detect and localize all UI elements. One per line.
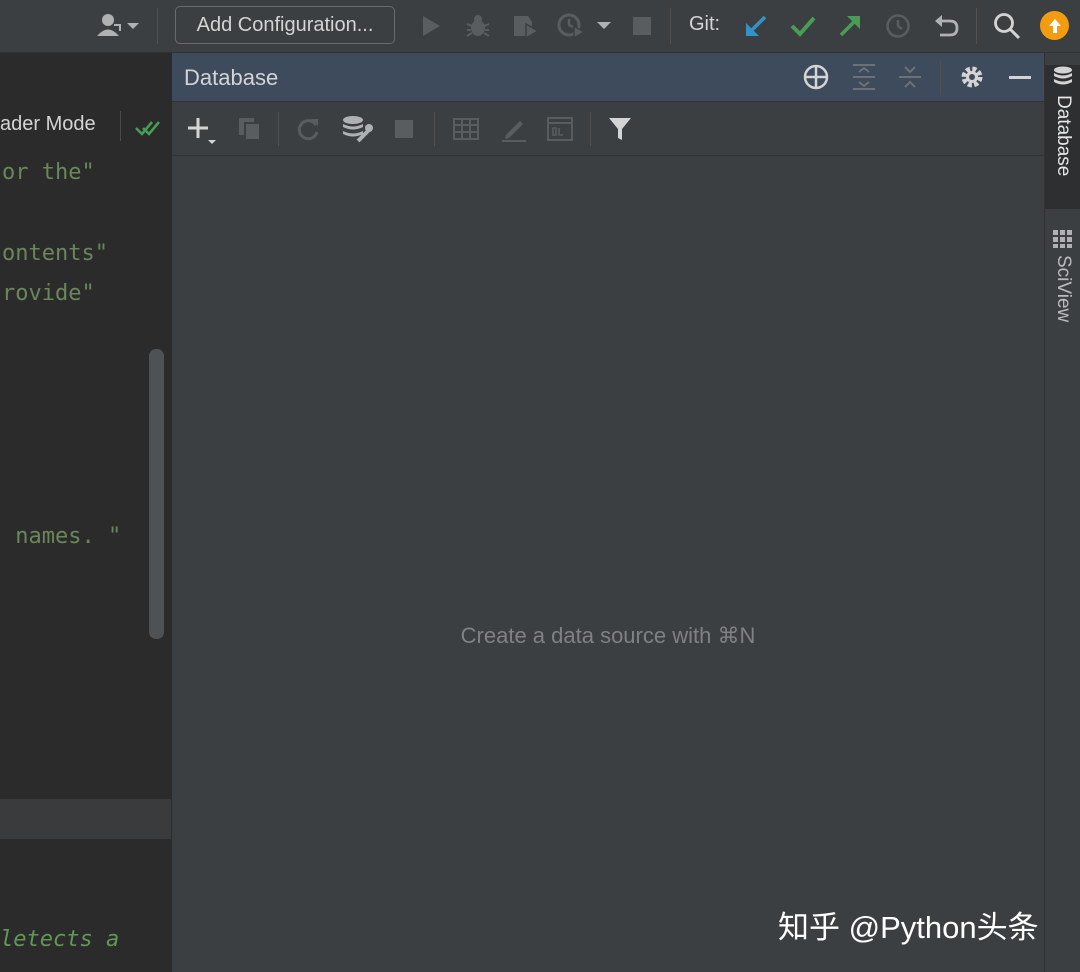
rollback-button[interactable] <box>930 6 962 46</box>
database-tree-empty[interactable]: Create a data source with ⌘N <box>172 156 1044 972</box>
stop-button[interactable] <box>628 6 656 46</box>
table-icon <box>453 118 479 140</box>
stop-icon <box>633 17 651 35</box>
add-configuration-button[interactable]: Add Configuration... <box>175 6 395 44</box>
database-tab-label: Database <box>1053 95 1074 177</box>
collapse-all-button[interactable] <box>892 58 928 96</box>
settings-button[interactable] <box>954 58 990 96</box>
table-view-button[interactable] <box>448 110 484 148</box>
show-history-button[interactable] <box>882 6 914 46</box>
database-wrench-icon <box>343 116 373 143</box>
right-tool-stripe: Database SciView <box>1044 53 1080 972</box>
refresh-button[interactable] <box>290 110 326 148</box>
refresh-icon <box>297 119 319 141</box>
user-icon <box>97 14 139 36</box>
chevron-down-icon <box>597 22 611 29</box>
toolbar-separator <box>670 8 671 44</box>
filter-button[interactable] <box>602 110 638 148</box>
history-icon <box>886 14 910 38</box>
sciview-tool-tab[interactable]: SciView <box>1045 229 1080 359</box>
toolbar-separator <box>976 8 977 44</box>
stop-icon <box>395 120 413 138</box>
code-line: ontents" <box>2 241 108 266</box>
search-everywhere-button[interactable] <box>990 6 1024 46</box>
run-button[interactable] <box>416 6 446 46</box>
search-icon <box>994 13 1021 40</box>
rollback-icon <box>935 15 959 37</box>
run-icon <box>423 16 440 36</box>
separator <box>120 111 121 141</box>
edit-source-button[interactable] <box>496 110 532 148</box>
user-menu-button[interactable] <box>92 6 144 46</box>
expand-all-icon <box>853 64 875 90</box>
expand-all-button[interactable] <box>846 58 882 96</box>
separator <box>590 112 591 146</box>
empty-state-hint: Create a data source with ⌘N <box>460 623 756 648</box>
duplicate-icon <box>239 118 261 141</box>
code-editor[interactable]: ader Mode or the" ontents" rovide" names… <box>0 53 171 799</box>
code-line: or the" <box>2 160 95 185</box>
pencil-icon <box>502 121 526 142</box>
duplicate-button[interactable] <box>232 110 268 148</box>
panel-title: Database <box>184 65 279 90</box>
git-update-icon <box>746 15 767 36</box>
query-console-button[interactable] <box>542 110 578 148</box>
inspection-ok-icon[interactable] <box>134 117 160 139</box>
code-line: letects a <box>0 927 120 952</box>
separator <box>278 112 279 146</box>
separator <box>940 61 941 95</box>
plus-icon <box>188 118 216 144</box>
debug-icon <box>466 15 490 37</box>
git-commit-icon <box>790 16 816 37</box>
bottom-editor[interactable]: letects a <box>0 839 171 972</box>
update-icon <box>1048 18 1061 33</box>
sciview-tab-label: SciView <box>1053 255 1074 323</box>
reader-mode-toggle[interactable]: ader Mode <box>0 113 96 136</box>
editor-scrollbar[interactable] <box>149 349 164 639</box>
main-toolbar: Add Configuration... Git: <box>0 0 1080 53</box>
run-options-dropdown[interactable] <box>592 6 616 46</box>
profile-icon <box>557 13 586 40</box>
toolbar-separator <box>157 8 158 44</box>
separator <box>434 112 435 146</box>
database-tool-tab[interactable]: Database <box>1045 65 1080 209</box>
data-source-properties-button[interactable] <box>338 110 376 148</box>
ide-update-button[interactable] <box>1040 11 1069 40</box>
debug-button[interactable] <box>462 6 494 46</box>
watermark: 知乎 @Python头条 <box>778 910 1039 945</box>
profile-button[interactable] <box>554 6 588 46</box>
new-data-source-button[interactable] <box>184 110 220 148</box>
database-toolbar <box>172 102 1044 156</box>
collapse-all-icon <box>899 66 921 88</box>
code-line: names. " <box>2 524 122 549</box>
crosshair-icon <box>803 64 829 90</box>
git-label: Git: <box>689 13 721 35</box>
database-panel-header: Database <box>172 53 1044 102</box>
editor-divider-bar <box>0 799 171 839</box>
locate-button[interactable] <box>798 58 834 96</box>
git-update-button[interactable] <box>740 6 772 46</box>
database-icon <box>1054 66 1072 85</box>
code-line: rovide" <box>2 281 95 306</box>
git-commit-button[interactable] <box>786 6 820 46</box>
gear-icon <box>961 66 983 88</box>
git-push-icon <box>839 16 860 37</box>
hide-panel-button[interactable] <box>1002 58 1038 96</box>
coverage-icon <box>514 16 540 40</box>
stop-button[interactable] <box>388 110 420 148</box>
filter-icon <box>609 118 631 140</box>
run-with-coverage-button[interactable] <box>508 6 542 46</box>
minimize-icon <box>1009 76 1031 79</box>
grid-icon <box>1053 230 1072 248</box>
query-console-icon <box>547 117 573 141</box>
git-push-button[interactable] <box>834 6 866 46</box>
